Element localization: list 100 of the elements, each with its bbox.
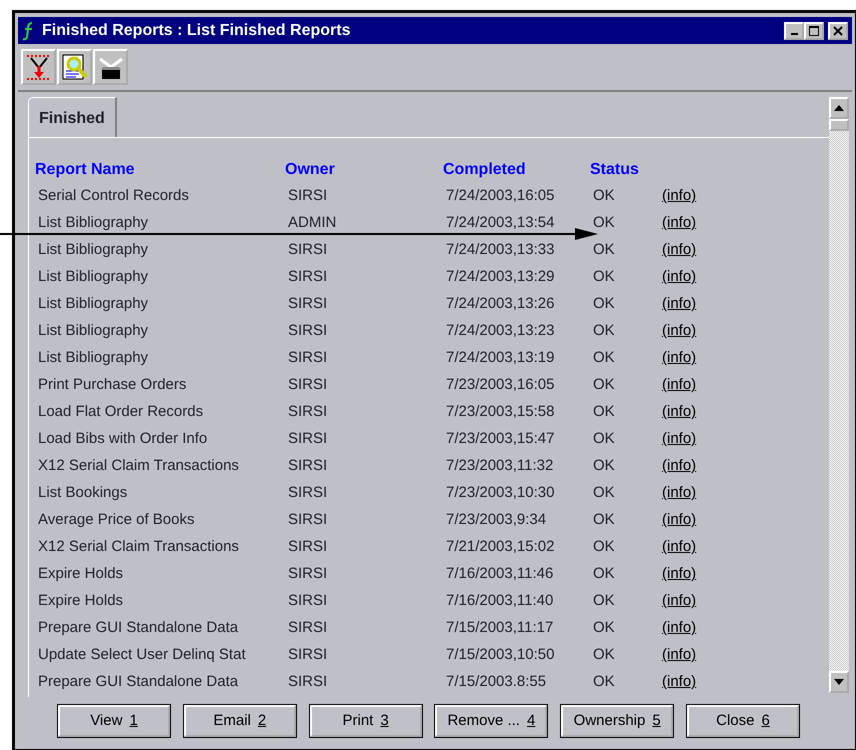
up-arrow-icon <box>834 105 844 111</box>
report-name: Serial Control Records <box>37 186 190 206</box>
scroll-down-button[interactable] <box>829 671 849 693</box>
info-link[interactable]: (info) <box>659 239 719 262</box>
report-name: Print Purchase Orders <box>37 375 188 396</box>
info-link[interactable]: (info) <box>659 212 719 235</box>
column-header[interactable]: Completed <box>443 158 590 182</box>
completed-cell-text: 7/21/2003,15:02 <box>445 537 556 558</box>
completed-cell-text: 7/24/2003,13:23 <box>445 321 556 342</box>
column-header[interactable]: Report Name <box>35 158 285 182</box>
info-link[interactable]: (info) <box>659 401 719 424</box>
completed-cell-text: 7/23/2003,15:58 <box>445 402 556 422</box>
completed-cell-text: 7/16/2003,11:40 <box>445 591 554 612</box>
window-title: Finished Reports : List Finished Reports <box>42 20 352 40</box>
status-cell-text: OK <box>592 564 616 584</box>
action-button[interactable]: Close 6 <box>686 705 799 737</box>
status-cell-text: OK <box>592 591 616 612</box>
status-cell-text: OK <box>592 618 616 638</box>
owner-cell-text: SIRSI <box>287 240 328 260</box>
status-cell-text: OK <box>592 456 616 476</box>
action-button[interactable]: Remove ... 4 <box>435 705 548 737</box>
info-link[interactable]: (info) <box>659 509 719 532</box>
owner-cell-text: SIRSI <box>287 321 328 342</box>
info-link[interactable]: (info) <box>659 320 719 343</box>
info-link[interactable]: (info) <box>659 347 719 370</box>
report-name: Average Price of Books <box>37 510 196 530</box>
tab[interactable]: Finished <box>28 97 117 137</box>
info-link[interactable]: (info) <box>659 185 719 208</box>
info-link[interactable]: (info) <box>659 428 719 451</box>
completed-cell-text: 7/15/2003.8:55 <box>445 672 548 692</box>
info-link[interactable]: (info) <box>659 536 719 559</box>
owner-cell-text: SIRSI <box>287 483 328 504</box>
report-name: List Bookings <box>37 483 128 504</box>
minimize-button[interactable] <box>784 22 804 40</box>
owner-cell-text: SIRSI <box>287 402 328 422</box>
completed-cell-text: 7/24/2003,13:33 <box>445 240 556 260</box>
info-link[interactable]: (info) <box>659 266 719 289</box>
action-button[interactable]: Print 3 <box>310 705 422 737</box>
filter-button[interactable] <box>21 49 56 85</box>
column-header[interactable]: Status <box>590 158 659 182</box>
report-name: Expire Holds <box>37 564 124 584</box>
owner-cell-text: SIRSI <box>287 429 328 450</box>
owner-cell-text: SIRSI <box>287 591 328 612</box>
magnifier-button[interactable] <box>57 49 92 85</box>
info-link[interactable]: (info) <box>659 482 719 505</box>
tray-button[interactable] <box>93 49 128 85</box>
minimize-icon <box>790 32 798 34</box>
status-cell-text: OK <box>592 213 616 234</box>
completed-cell-text: 7/24/2003,16:05 <box>445 186 556 206</box>
report-name: List Bibliography <box>37 213 150 234</box>
down-arrow-icon <box>834 679 844 685</box>
status-cell-text: OK <box>592 483 616 504</box>
completed-cell-text: 7/23/2003,16:05 <box>445 375 556 396</box>
status-cell-text: OK <box>592 375 616 396</box>
info-link[interactable]: (info) <box>659 617 719 640</box>
close-button[interactable] <box>828 22 848 40</box>
info-link[interactable]: (info) <box>659 590 719 613</box>
status-cell-text: OK <box>592 645 616 666</box>
owner-cell-text: SIRSI <box>287 564 328 584</box>
scroll-up-button[interactable] <box>829 97 849 119</box>
report-name: Prepare GUI Standalone Data <box>37 672 240 692</box>
info-link[interactable]: (info) <box>659 293 719 316</box>
maximize-button[interactable] <box>804 22 824 40</box>
status-cell-text: OK <box>592 402 616 422</box>
action-button[interactable]: Email 2 <box>184 705 296 737</box>
owner-cell-text: SIRSI <box>287 294 328 314</box>
scroll-thumb[interactable] <box>829 119 849 131</box>
owner-cell-text: SIRSI <box>287 456 328 476</box>
report-name: List Bibliography <box>37 348 150 368</box>
info-link[interactable]: (info) <box>659 671 719 694</box>
action-button[interactable]: View 1 <box>58 705 170 737</box>
completed-cell-text: 7/15/2003,10:50 <box>445 645 556 666</box>
status-cell-text: OK <box>592 267 616 288</box>
completed-cell-text: 7/23/2003,15:47 <box>445 429 556 450</box>
maximize-icon <box>809 26 819 36</box>
completed-cell-text: 7/16/2003,11:46 <box>445 564 554 584</box>
status-cell-text: OK <box>592 510 616 530</box>
info-link[interactable]: (info) <box>659 455 719 478</box>
completed-cell-text: 7/24/2003,13:19 <box>445 348 556 368</box>
owner-cell-text: SIRSI <box>287 186 328 206</box>
completed-cell-text: 7/24/2003,13:29 <box>445 267 556 288</box>
status-cell-text: OK <box>592 672 616 692</box>
info-link[interactable]: (info) <box>659 644 719 667</box>
status-cell-text: OK <box>592 537 616 558</box>
column-header[interactable]: Owner <box>285 158 443 182</box>
status-cell-text: OK <box>592 348 616 368</box>
owner-cell-text: SIRSI <box>287 267 328 288</box>
report-name: Expire Holds <box>37 591 124 612</box>
close-icon <box>833 26 843 36</box>
completed-cell-text: 7/24/2003,13:54 <box>445 213 556 234</box>
owner-cell-text: SIRSI <box>287 672 328 692</box>
action-button[interactable]: Ownership 5 <box>561 705 674 737</box>
completed-cell-text: 7/15/2003,11:17 <box>445 618 554 638</box>
owner-cell-text: SIRSI <box>287 537 328 558</box>
report-name: Prepare GUI Standalone Data <box>37 618 240 638</box>
owner-cell-text: ADMIN <box>287 213 338 234</box>
report-name: List Bibliography <box>37 321 150 342</box>
info-link[interactable]: (info) <box>659 563 719 586</box>
info-link[interactable]: (info) <box>659 374 719 397</box>
status-cell-text: OK <box>592 240 616 260</box>
